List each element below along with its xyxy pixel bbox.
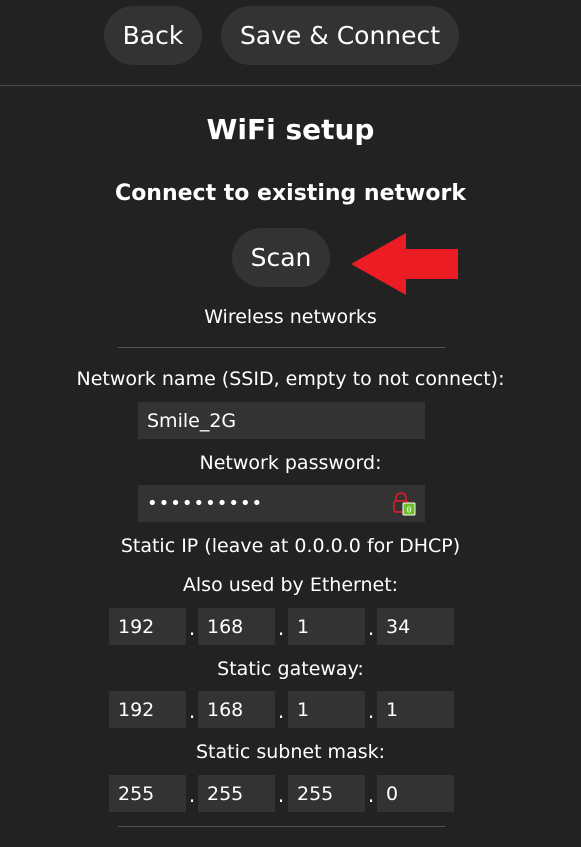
gateway-label: Static gateway: [217, 658, 364, 680]
gateway-octet-1[interactable]: 192 [109, 691, 186, 728]
ethernet-label: Also used by Ethernet: [182, 574, 399, 596]
ip-separator: . [277, 783, 285, 807]
gateway-octet-3[interactable]: 1 [288, 691, 365, 728]
subnet-octet-2[interactable]: 255 [198, 775, 275, 812]
svg-text:0: 0 [407, 506, 412, 515]
subnet-octet-1[interactable]: 255 [109, 775, 186, 812]
static-ip-octet-2[interactable]: 168 [198, 608, 275, 645]
ip-separator: . [188, 616, 196, 640]
ip-separator: . [367, 616, 375, 640]
section-title: Connect to existing network [115, 181, 466, 206]
scan-button[interactable]: Scan [232, 228, 330, 287]
ip-separator: . [277, 616, 285, 640]
gateway-octet-4[interactable]: 1 [377, 691, 454, 728]
arrow-icon [351, 233, 458, 295]
subnet-label: Static subnet mask: [195, 741, 386, 763]
back-button[interactable]: Back [104, 6, 202, 65]
save-connect-button[interactable]: Save & Connect [221, 6, 459, 65]
top-bar: Back Save & Connect [0, 0, 581, 86]
ssid-input[interactable]: Smile_2G [138, 402, 425, 439]
static-ip-label: Static IP (leave at 0.0.0.0 for DHCP) [120, 535, 461, 557]
ip-separator: . [188, 783, 196, 807]
password-label: Network password: [199, 452, 382, 474]
static-ip-octet-3[interactable]: 1 [288, 608, 365, 645]
ip-separator: . [277, 699, 285, 723]
ssid-label: Network name (SSID, empty to not connect… [76, 368, 505, 390]
ip-separator: . [367, 783, 375, 807]
divider [118, 347, 445, 348]
ip-separator: . [367, 699, 375, 723]
static-ip-octet-4[interactable]: 34 [377, 608, 454, 645]
lock-icon[interactable]: 0 [392, 492, 416, 516]
subnet-octet-3[interactable]: 255 [288, 775, 365, 812]
networks-label: Wireless networks [204, 306, 377, 328]
subnet-octet-4[interactable]: 0 [377, 775, 454, 812]
divider [118, 826, 445, 827]
gateway-octet-2[interactable]: 168 [198, 691, 275, 728]
static-ip-octet-1[interactable]: 192 [109, 608, 186, 645]
wifi-setup-page: Back Save & Connect WiFi setup Connect t… [0, 0, 581, 847]
page-title: WiFi setup [206, 113, 375, 146]
password-input[interactable]: •••••••••• [138, 485, 425, 522]
ip-separator: . [188, 699, 196, 723]
